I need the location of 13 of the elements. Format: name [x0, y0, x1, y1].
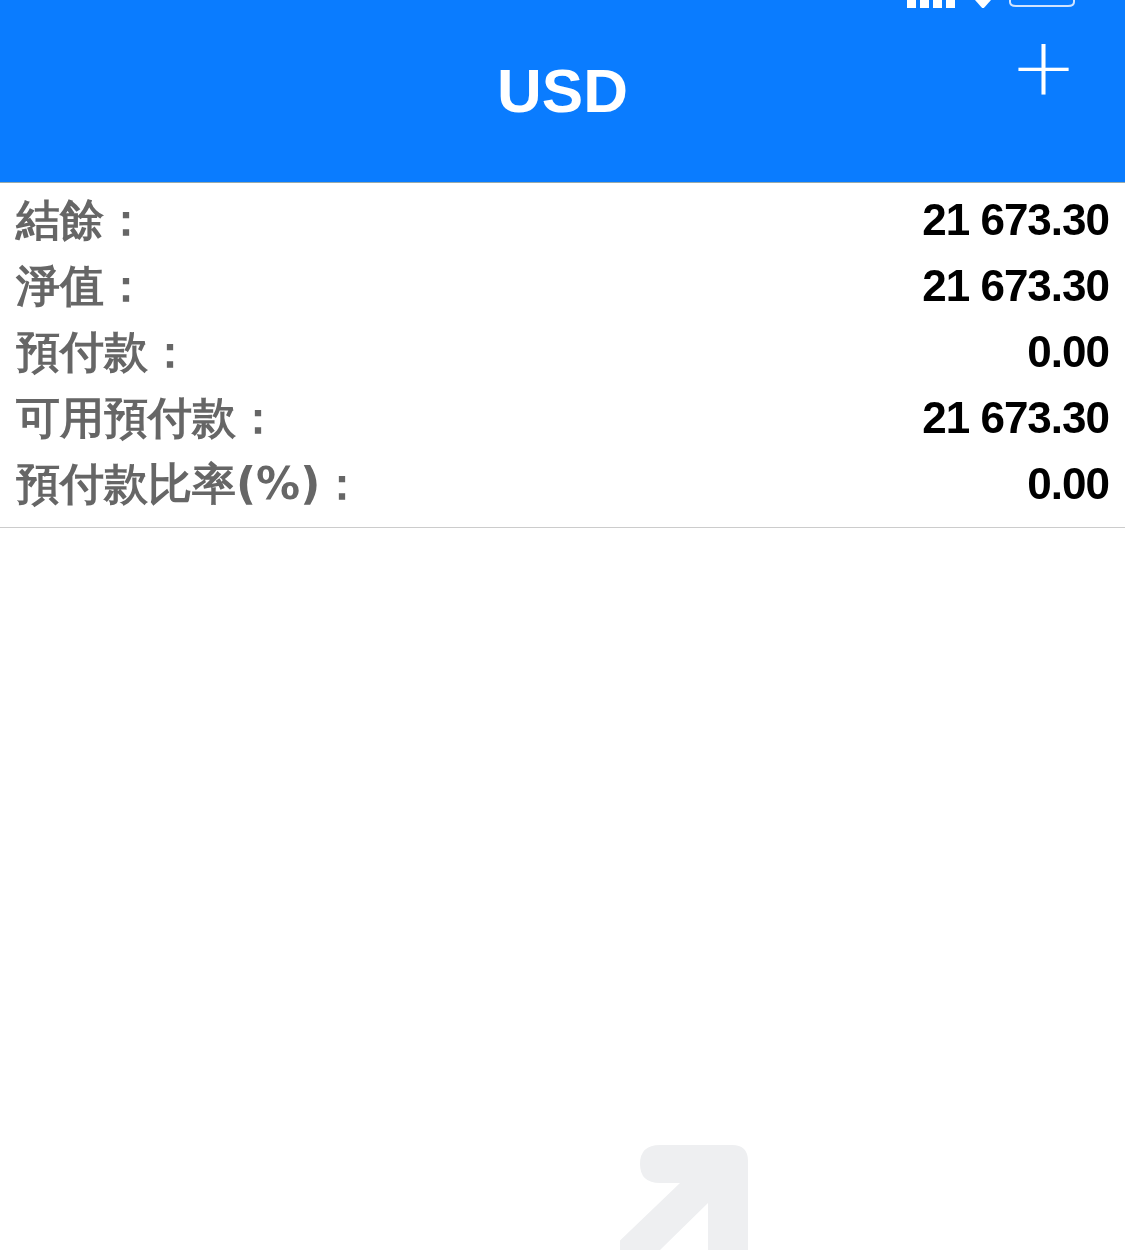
field-value: 0.00	[1027, 327, 1109, 377]
field-value: 21 673.30	[922, 261, 1109, 311]
field-label: 結餘：	[16, 192, 148, 247]
battery-icon	[1009, 0, 1075, 8]
screen-title: USD	[497, 54, 628, 126]
field-value: 0.00	[1027, 459, 1109, 509]
field-value: 21 673.30	[922, 195, 1109, 245]
field-value: 21 673.30	[922, 393, 1109, 443]
field-label: 淨值：	[16, 258, 148, 313]
field-label: 預付款：	[16, 324, 192, 379]
field-label: 可用預付款：	[16, 390, 280, 445]
field-label: 預付款比率(%)：	[16, 456, 365, 511]
add-button[interactable]: +	[1009, 28, 1077, 108]
